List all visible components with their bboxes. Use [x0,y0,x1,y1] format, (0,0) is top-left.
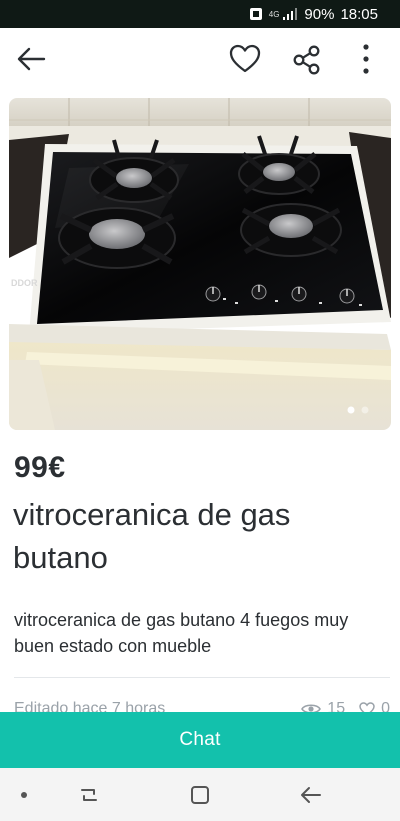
status-icons: 4G 90% 18:05 [249,0,378,28]
system-nav-bar [0,768,400,821]
battery-level: 90% [304,5,335,23]
back-icon[interactable] [298,782,324,808]
chat-button[interactable]: Chat [0,712,400,768]
recent-apps-icon[interactable] [76,782,102,808]
signal-icon [283,8,298,20]
listing-title: vitroceranica de gas butano [13,497,291,575]
notification-icon [249,8,262,20]
more-vertical-icon[interactable] [356,42,376,76]
price: 99€ [14,451,66,484]
network-type: 4G [268,9,280,19]
listing-description: vitroceranica de gas butano 4 fuegos muy… [14,610,349,656]
chat-button-label: Chat [179,729,221,750]
photo-brand-text: DDOR [11,278,38,288]
toolbar [0,28,400,92]
divider [14,677,390,678]
status-bar: 4G 90% 18:05 [0,0,400,28]
nav-dot[interactable] [21,792,27,798]
listing-screen: DDOR 99€ vitroceranica de gas butano vit… [0,28,400,768]
clock: 18:05 [340,5,378,23]
home-icon[interactable] [187,782,213,808]
product-photo[interactable]: DDOR [9,98,391,430]
back-arrow-icon[interactable] [14,44,48,74]
heart-icon[interactable] [228,42,262,76]
share-icon[interactable] [290,43,324,77]
